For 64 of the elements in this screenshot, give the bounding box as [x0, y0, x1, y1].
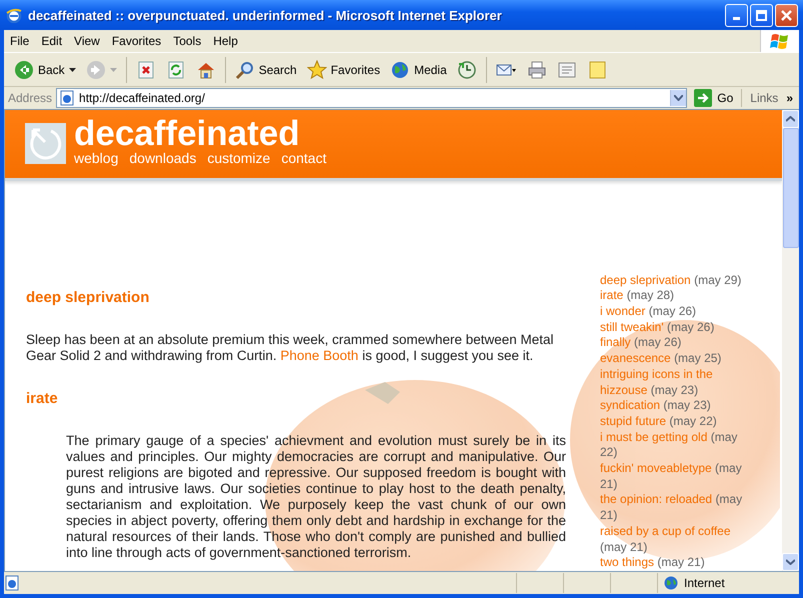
- security-zone-label: Internet: [684, 576, 725, 590]
- minimize-button[interactable]: [725, 4, 748, 26]
- search-button[interactable]: Search: [230, 56, 301, 82]
- recent-post-link[interactable]: the opinion: reloaded (may 21): [600, 492, 752, 524]
- recent-post-link[interactable]: still tweakin' (may 26): [600, 320, 752, 336]
- document-icon: [556, 60, 577, 80]
- recent-post-link[interactable]: irate (may 28): [600, 288, 752, 304]
- address-label: Address: [8, 91, 52, 105]
- window-title: decaffeinated :: overpunctuated. underinformed - Microsoft Internet Explorer: [28, 8, 503, 22]
- url-text: http://decaffeinated.org/: [79, 91, 206, 105]
- page-icon: [4, 575, 20, 591]
- post-title[interactable]: deep sleprivation: [26, 288, 581, 306]
- menu-item[interactable]: Favorites: [106, 34, 168, 48]
- back-button[interactable]: Back: [10, 56, 80, 82]
- post-title[interactable]: irate: [26, 390, 581, 407]
- menu-item[interactable]: Help: [207, 34, 244, 48]
- close-button[interactable]: [775, 4, 798, 26]
- favorites-button[interactable]: Favorites: [302, 56, 384, 82]
- recent-post-link[interactable]: finally (may 26): [600, 335, 752, 352]
- flag-logo-icon: [770, 32, 790, 50]
- scroll-down-icon: [786, 559, 795, 565]
- links-button[interactable]: Links: [746, 91, 782, 105]
- recent-post-link[interactable]: evanescence (may 25): [600, 351, 752, 367]
- recent-post-link[interactable]: two things (may 21): [600, 555, 752, 571]
- printer-icon: [526, 60, 547, 80]
- close-icon: [781, 10, 792, 20]
- media-button[interactable]: Media: [386, 56, 451, 82]
- browser-logo-icon: [6, 7, 22, 23]
- refresh-icon: [166, 60, 186, 80]
- post-paragraph: Sleep has been at an absolute premium this week, crammed somewhere between Metal Gear Solid 2 and withdrawing from Curtin. Phone Booth is good, I suggest you see it.: [26, 332, 555, 364]
- maximize-icon: [756, 10, 767, 20]
- caret-icon: [110, 68, 117, 72]
- recent-post-link[interactable]: fuckin' moveabletype (may 21): [600, 461, 752, 492]
- globe-icon: [664, 576, 678, 590]
- menu-item[interactable]: Tools: [167, 34, 208, 48]
- recent-post-link[interactable]: deep sleprivation (may 29): [600, 272, 752, 288]
- maximize-button[interactable]: [750, 4, 773, 26]
- caret-icon: [68, 68, 76, 72]
- sticky-note-icon: [586, 60, 607, 80]
- recent-post-link[interactable]: stupid future (may 22): [600, 414, 752, 430]
- stop-icon: [136, 60, 156, 80]
- scrollbar[interactable]: [782, 110, 799, 571]
- recent-post-link[interactable]: i wonder (may 26): [600, 304, 752, 320]
- power-logo-icon: [25, 123, 66, 164]
- globe-icon: [390, 60, 410, 80]
- menu-item[interactable]: Edit: [35, 34, 68, 48]
- scroll-thumb[interactable]: [782, 128, 798, 248]
- menu-item[interactable]: View: [68, 34, 106, 48]
- go-button[interactable]: Go: [691, 89, 742, 107]
- recent-post-link[interactable]: intriguing icons in the hizzouse (may 23): [600, 366, 752, 398]
- menu-item[interactable]: File: [4, 34, 36, 48]
- text-link[interactable]: Phone Booth: [280, 348, 358, 363]
- search-icon: [234, 60, 255, 80]
- recent-post-link[interactable]: i must be getting old (may 22): [600, 430, 752, 462]
- scroll-up-icon: [786, 116, 795, 122]
- site-title: decaffeinated: [74, 118, 301, 150]
- recent-post-link[interactable]: syndication (may 23): [600, 398, 752, 414]
- page-icon: [59, 90, 76, 106]
- quote-paragraph: The primary gauge of a species' achievment and evolution must surely be in its values and principles. Our mighty democracies are corrupt and manipulative. Our purest religions are bigoted and repressive. Our supposed freedom is bought with guns and intrusive laws. Our societies continue to play host to the death penalty, sectarianism and exploitation. We purposely keep the vast chunk of our own species in abject poverty, offering them only debt and hardship in exchange for the natural resources of their lands. Those who don't comply are punished and bullied into line through acts of government-sanctioned terrorism.: [66, 432, 566, 561]
- more-links-button[interactable]: »: [786, 91, 795, 105]
- star-icon: [306, 60, 327, 80]
- address-field[interactable]: http://decaffeinated.org/: [56, 88, 688, 108]
- recent-post-link[interactable]: raised by a cup of coffee (may 21): [600, 524, 752, 556]
- clock-icon: [456, 60, 477, 80]
